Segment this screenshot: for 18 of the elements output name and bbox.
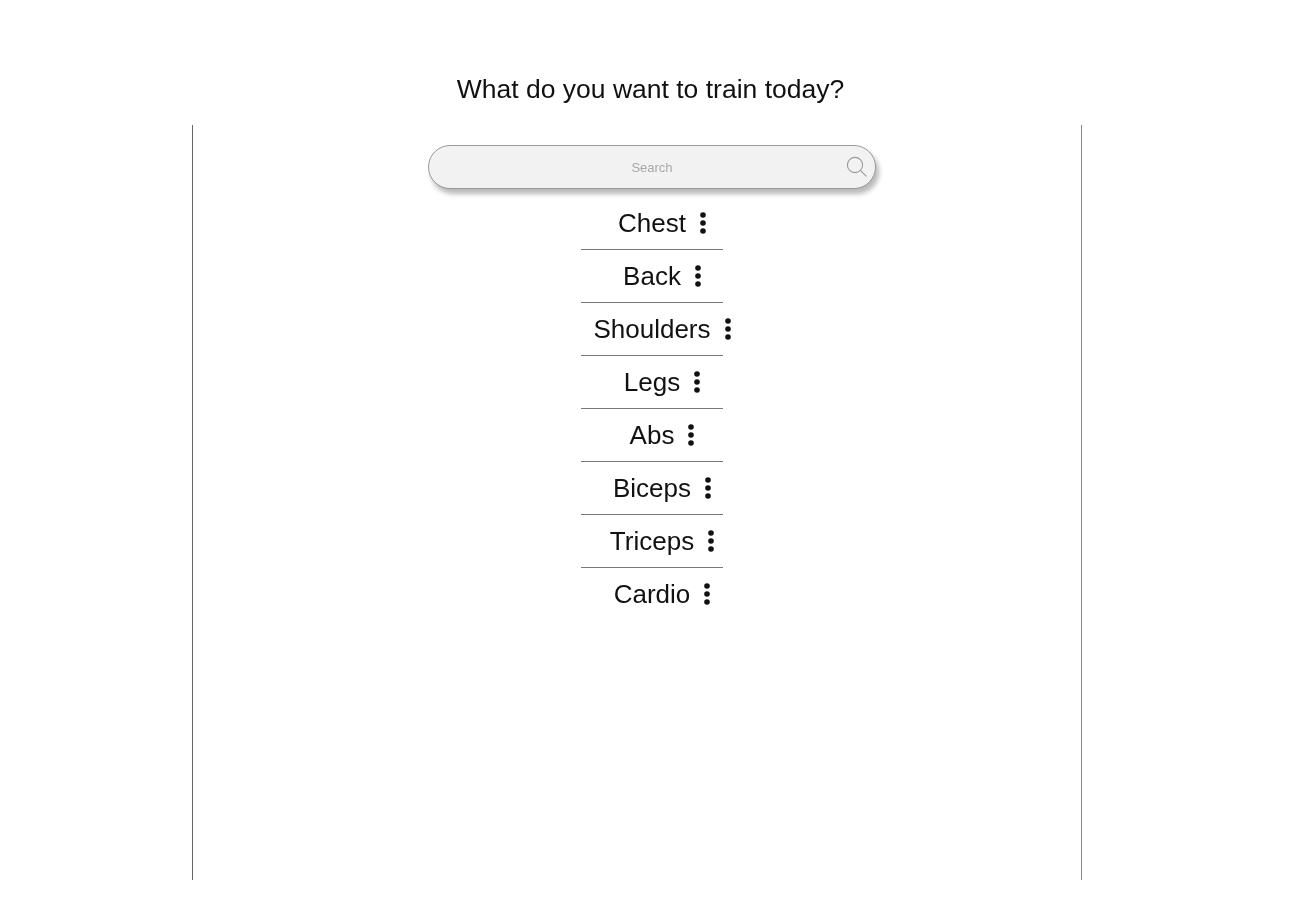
- muscle-group-item[interactable]: Chest: [618, 208, 686, 238]
- page-title: What do you want to train today?: [456, 74, 845, 104]
- more-options-icon[interactable]: [705, 477, 711, 499]
- muscle-group-item[interactable]: Cardio: [613, 579, 691, 609]
- more-options-icon[interactable]: [688, 424, 695, 446]
- more-options-icon[interactable]: [694, 371, 701, 393]
- more-options-icon[interactable]: [694, 265, 701, 287]
- search-field[interactable]: Search: [428, 145, 876, 189]
- muscle-group-item[interactable]: Legs: [623, 367, 681, 397]
- muscle-group-item[interactable]: Biceps: [612, 473, 691, 503]
- muscle-group-item[interactable]: Triceps: [609, 526, 695, 556]
- muscle-group-item[interactable]: Abs: [629, 420, 675, 450]
- more-options-icon[interactable]: [704, 583, 711, 605]
- muscle-group-item[interactable]: Back: [623, 261, 681, 291]
- more-options-icon[interactable]: [708, 530, 715, 552]
- more-options-icon[interactable]: [699, 212, 706, 234]
- more-options-icon[interactable]: [724, 318, 731, 340]
- muscle-group-item[interactable]: Shoulders: [593, 314, 711, 344]
